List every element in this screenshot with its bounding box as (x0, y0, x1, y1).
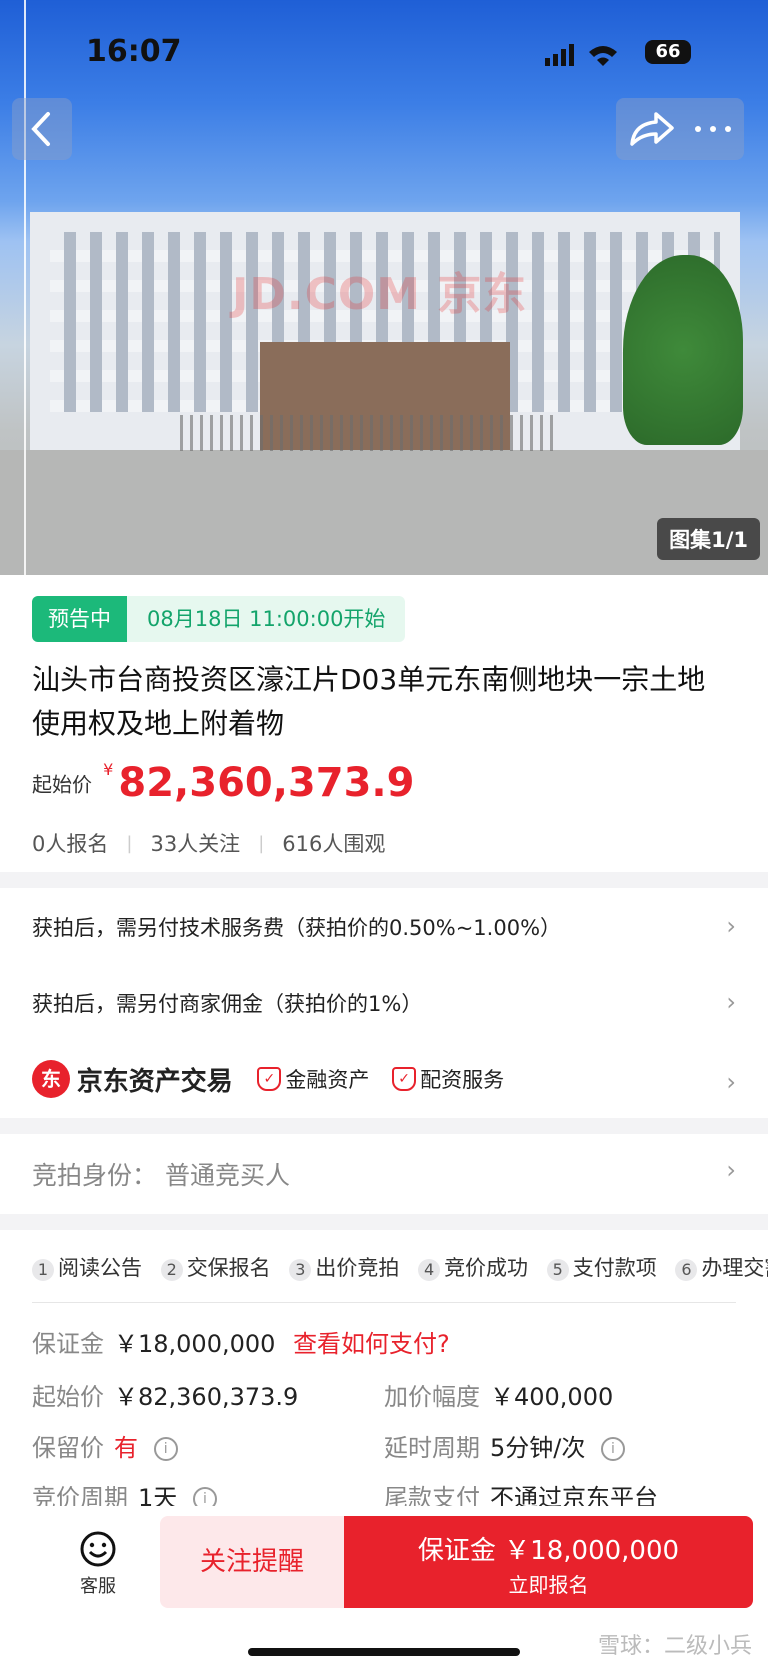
top-actions (616, 98, 744, 160)
jd-watermark: JD.COM 京东 (232, 269, 528, 320)
status-time: 16:07 (86, 34, 182, 69)
more-icon[interactable] (690, 98, 736, 160)
detail-start-price: 起始价 ￥82,360,373.9 (32, 1383, 299, 1411)
step-item: 1 阅读公告 (32, 1256, 142, 1281)
auction-status: 预告中 08月18日 11:00:00开始 (32, 596, 406, 642)
enroll-label: 立即报名 (508, 1573, 589, 1597)
detail-reserve: 保留价有 i (32, 1428, 178, 1463)
battery-icon: 66 (645, 40, 691, 64)
service-fee-row[interactable]: 获拍后，需另付技术服务费（获拍价的0.50%~1.00%） › (32, 912, 736, 942)
stat-viewers: 616人围观 (282, 832, 386, 856)
fence-image (180, 415, 560, 451)
price-currency: ¥ (103, 760, 114, 779)
commission-text: 获拍后，需另付商家佣金（获拍价的1%） (32, 992, 423, 1016)
stats-row: 0人报名 | 33人关注 | 616人围观 (32, 828, 385, 858)
service-fee-text: 获拍后，需另付技术服务费（获拍价的0.50%~1.00%） (32, 916, 562, 940)
step-item: 4 竞价成功 (418, 1256, 528, 1281)
step-item: 6办理交割 (675, 1256, 768, 1281)
tree-image (623, 255, 743, 445)
jd-logo-icon: 东 (32, 1060, 70, 1098)
deposit-value: ￥18,000,000 (114, 1330, 276, 1358)
home-indicator[interactable] (248, 1648, 520, 1656)
back-button[interactable] (12, 98, 72, 160)
enroll-button[interactable]: 保证金 ￥18,000,000 立即报名 (344, 1516, 753, 1608)
deposit-row: 保证金 ￥18,000,000 查看如何支付? (32, 1330, 450, 1358)
start-price: 起始价 ¥ 82,360,373.9 (32, 760, 414, 806)
stat-followers: 33人关注 (150, 832, 241, 856)
price-label: 起始价 (32, 772, 92, 797)
chevron-right-icon: › (726, 988, 736, 1016)
stat-enrolled: 0人报名 (32, 832, 109, 856)
price-value: 82,360,373.9 (118, 760, 415, 806)
footer-watermark: 雪球：二级小兵 (597, 1634, 752, 1659)
bidder-identity-row[interactable]: 竞拍身份： 普通竞买人 › (32, 1156, 736, 1196)
identity-value: 普通竞买人 (164, 1161, 290, 1190)
how-to-pay-link[interactable]: 查看如何支付? (293, 1330, 450, 1358)
back-arrow-icon (31, 112, 50, 146)
detail-increment: 加价幅度 ￥400,000 (384, 1383, 614, 1411)
chevron-right-icon: › (726, 912, 736, 940)
info-icon[interactable]: i (153, 1437, 178, 1461)
platform-tag-funding: 配资服务 (420, 1068, 505, 1092)
step-item: 3 出价竞拍 (289, 1256, 399, 1281)
service-label: 客服 (80, 1576, 116, 1597)
commission-row[interactable]: 获拍后，需另付商家佣金（获拍价的1%） › (32, 988, 736, 1018)
status-bar: 16:07 66 (0, 30, 768, 74)
shield-check-icon: ✓ (257, 1067, 282, 1091)
hero-photo[interactable]: JD.COM 京东 16:07 66 图集1/1 (0, 0, 768, 575)
identity-label: 竞拍身份： (32, 1161, 158, 1190)
info-icon[interactable]: i (601, 1437, 625, 1461)
chevron-right-icon: › (726, 1068, 736, 1096)
share-icon[interactable] (624, 98, 680, 160)
smiley-service-icon (80, 1531, 116, 1567)
step-item: 5 支付款项 (546, 1256, 657, 1281)
step-item: 2 交保报名 (160, 1256, 271, 1281)
signal-wifi-icon (545, 44, 617, 66)
ground-image (0, 450, 768, 575)
chevron-right-icon: › (726, 1156, 736, 1184)
customer-service-button[interactable]: 客服 (58, 1530, 138, 1598)
gallery-counter[interactable]: 图集1/1 (657, 518, 760, 560)
detail-delay: 延时周期 5分钟/次 i (384, 1428, 625, 1463)
platform-name: 京东资产交易 (76, 1066, 233, 1097)
platform-tag-financial: 金融资产 (285, 1068, 370, 1092)
auction-title: 汕头市台商投资区濠江片D03单元东南侧地块一宗土地使用权及地上附着物 (32, 663, 706, 740)
follow-reminder-button[interactable]: 关注提醒 (160, 1516, 344, 1608)
platform-row[interactable]: 东 京东资产交易 ✓ 金融资产 ✓ 配资服务 › (32, 1060, 736, 1102)
bottom-action-bar: 客服 关注提醒 保证金 ￥18,000,000 立即报名 雪球：二级小兵 (0, 1506, 768, 1665)
shield-check-icon: ✓ (392, 1067, 417, 1091)
enroll-deposit: 保证金 ￥18,000,000 (417, 1536, 680, 1566)
auction-steps: 1阅读公告 2交保报名 3出价竞拍 4竞价成功 5支付款项 6办理交割 (32, 1252, 768, 1282)
status-badge: 预告中 (32, 596, 127, 642)
start-time: 08月18日 11:00:00开始 (127, 596, 406, 642)
